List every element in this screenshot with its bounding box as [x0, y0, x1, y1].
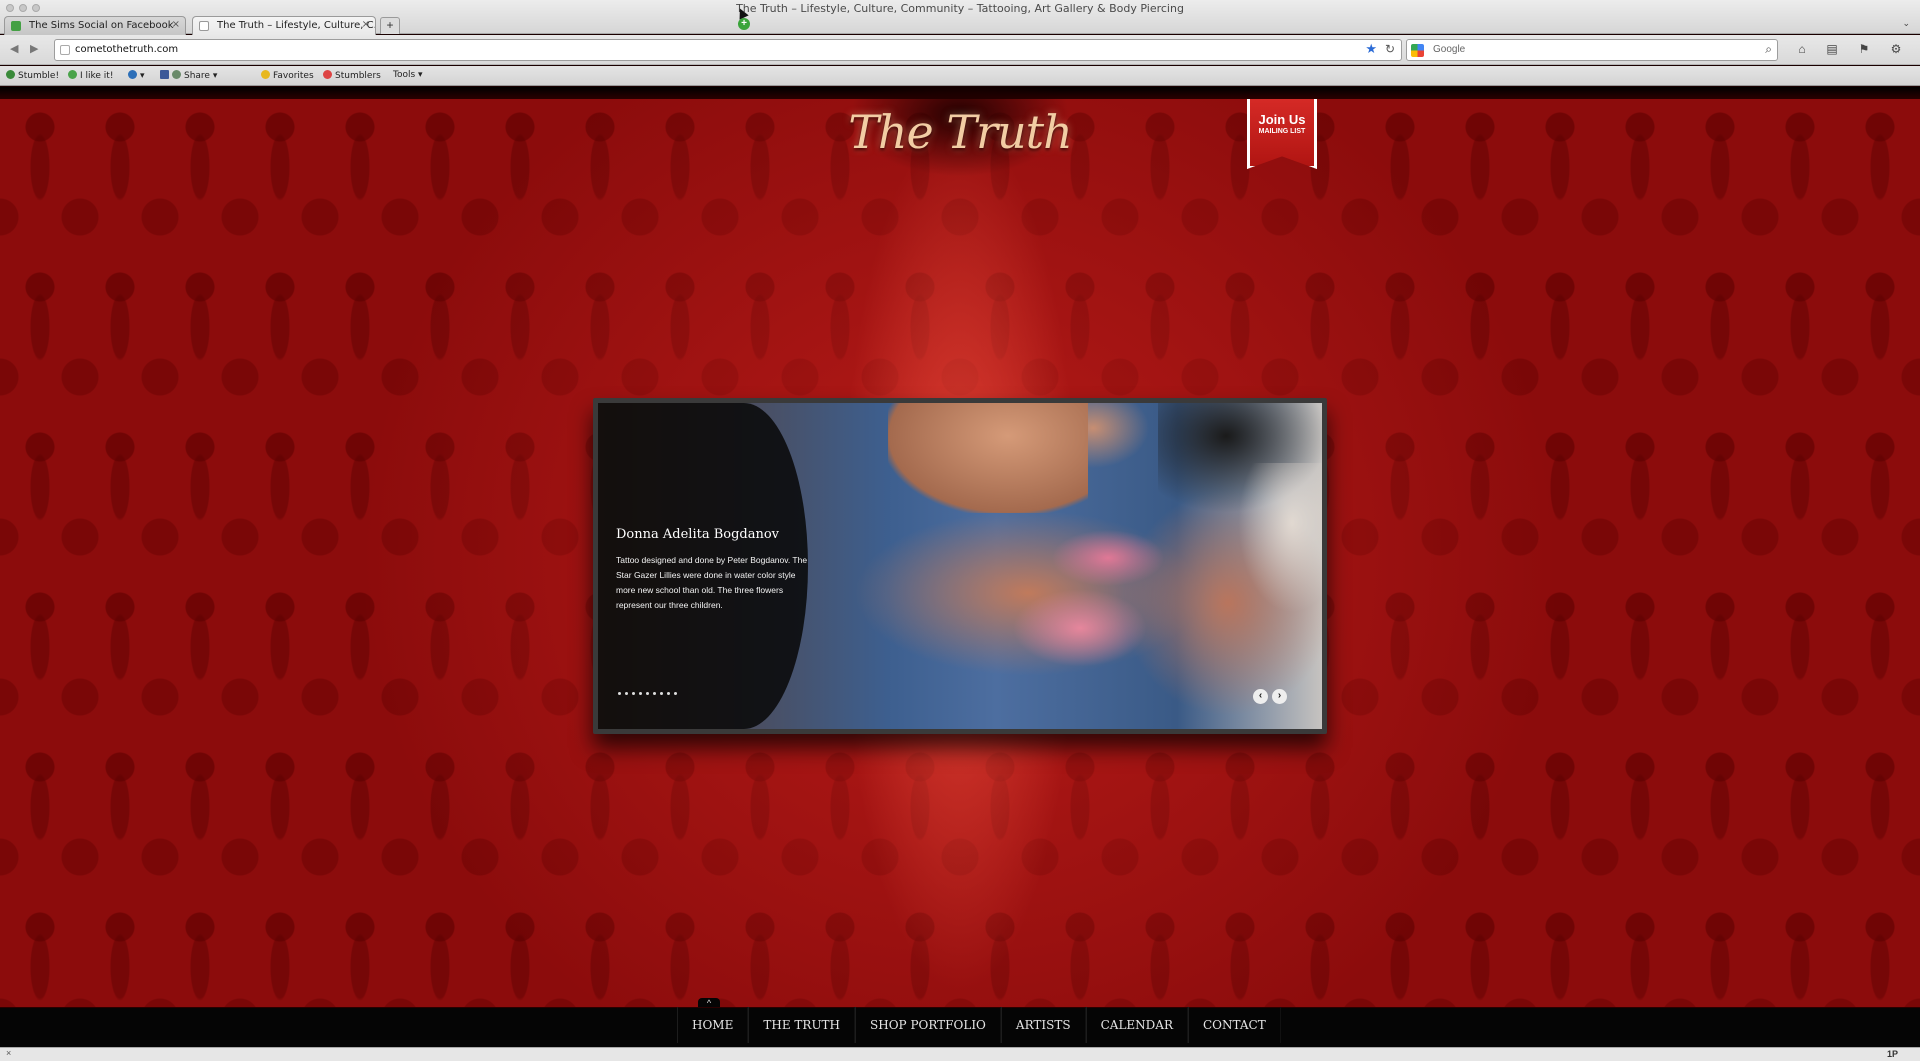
bookmark-star-icon[interactable]: ★	[1365, 41, 1377, 57]
slide-photo-face	[888, 403, 1088, 513]
image-slider[interactable]: Donna Adelita Bogdanov Tattoo designed a…	[593, 398, 1327, 734]
facebook-icon	[160, 70, 169, 79]
slide-next-button[interactable]: ›	[1272, 689, 1287, 704]
menu-item-contact[interactable]: CONTACT	[1188, 1007, 1281, 1043]
slide-prev-button[interactable]: ‹	[1253, 689, 1268, 704]
join-mailing-list-button[interactable]: Join Us MAILING LIST	[1247, 99, 1317, 169]
thumbs-down-icon	[128, 70, 137, 79]
bookmark-favorites[interactable]: Favorites	[261, 70, 314, 81]
blank-page-favicon-icon	[199, 21, 209, 31]
bookmark-label: I like it!	[80, 71, 114, 81]
slide-pagination[interactable]	[618, 692, 677, 695]
bookmarks-toolbar: Stumble! I like it! ▾ Share ▾ Favorites …	[0, 66, 1920, 86]
bookmark-stumblers[interactable]: Stumblers	[323, 70, 381, 81]
share-icon	[172, 70, 181, 79]
tab-the-truth[interactable]: The Truth – Lifestyle, Culture, C... ×	[192, 16, 376, 35]
bookmark-label: Favorites	[273, 71, 314, 81]
slide-description: Tattoo designed and done by Peter Bogdan…	[616, 555, 808, 610]
bookmark-label: Stumble!	[18, 71, 60, 81]
main-menu: HOME THE TRUTH SHOP PORTFOLIO ARTISTS CA…	[677, 1007, 1281, 1043]
site-logo[interactable]: The Truth	[820, 105, 1100, 159]
bookmark-i-like-it[interactable]: I like it!	[68, 70, 113, 81]
menu-item-shop-portfolio[interactable]: SHOP PORTFOLIO	[855, 1007, 1001, 1043]
add-badge-icon: +	[738, 18, 750, 30]
slide-dot[interactable]	[625, 692, 628, 695]
window-title: The Truth – Lifestyle, Culture, Communit…	[736, 2, 1184, 15]
tab-sims-social[interactable]: The Sims Social on Facebook ×	[4, 16, 186, 35]
tab-label: The Truth – Lifestyle, Culture, C...	[217, 20, 376, 31]
search-bar[interactable]: Google ⌕	[1406, 39, 1778, 61]
tab-list-chevron-icon[interactable]: ⌄	[1902, 18, 1910, 29]
slide-dot[interactable]	[618, 692, 621, 695]
slide-dot[interactable]	[632, 692, 635, 695]
home-icon[interactable]: ⌂	[1793, 42, 1811, 58]
slide-dot[interactable]	[639, 692, 642, 695]
slide-title: Donna Adelita Bogdanov	[616, 527, 780, 542]
mailing-list-label: MAILING LIST	[1258, 128, 1306, 135]
menu-item-home[interactable]: HOME	[677, 1007, 749, 1043]
slide-photo-wing	[1238, 463, 1322, 613]
bookmark-label: Tools	[393, 70, 416, 80]
navigation-toolbar: ◀ ▶ cometothetruth.com ★ ↻ Google ⌕ ⌂ ▤ …	[0, 35, 1920, 65]
reload-icon[interactable]: ↻	[1385, 42, 1395, 56]
stumbleupon-icon	[6, 70, 15, 79]
site-identity-icon[interactable]	[60, 45, 70, 55]
status-indicator[interactable]: 1P	[1887, 1049, 1898, 1059]
url-text[interactable]: cometothetruth.com	[75, 44, 178, 55]
menu-item-artists[interactable]: ARTISTS	[1000, 1007, 1086, 1043]
browser-titlebar: The Truth – Lifestyle, Culture, Communit…	[0, 0, 1920, 35]
back-arrow-icon[interactable]: ◀	[10, 42, 18, 55]
sims-favicon-icon	[11, 21, 21, 31]
google-search-engine-icon[interactable]	[1411, 44, 1424, 57]
slide-dot[interactable]	[660, 692, 663, 695]
status-bar: × 1P	[0, 1047, 1920, 1061]
close-addon-bar-icon[interactable]: ×	[6, 1048, 11, 1058]
thumbs-up-icon	[68, 70, 77, 79]
slide-dot[interactable]	[667, 692, 670, 695]
new-tab-button[interactable]: +	[380, 17, 400, 34]
address-bar[interactable]: cometothetruth.com ★ ↻	[54, 39, 1402, 61]
menu-item-calendar[interactable]: CALENDAR	[1085, 1007, 1188, 1043]
menu-item-the-truth[interactable]: THE TRUTH	[748, 1007, 856, 1043]
bookmark-label: Share	[184, 71, 210, 81]
bookmark-label: Stumblers	[335, 71, 381, 81]
tab-close-icon[interactable]: ×	[362, 19, 370, 30]
people-icon	[323, 70, 332, 79]
sidebar-toggle-icon[interactable]: ▤	[1823, 42, 1841, 58]
slide-dot[interactable]	[653, 692, 656, 695]
addon-menu-icon[interactable]: ⚑	[1855, 42, 1873, 58]
magnifier-icon[interactable]: ⌕	[1765, 42, 1772, 57]
join-label: Join Us	[1258, 112, 1306, 127]
slide-dot[interactable]	[646, 692, 649, 695]
search-placeholder[interactable]: Google	[1433, 44, 1465, 55]
developer-tools-icon[interactable]: ⚙	[1887, 42, 1905, 58]
bookmark-share[interactable]: Share ▾	[160, 70, 217, 81]
page-background: The Truth Join Us MAILING LIST Donna Ade…	[0, 87, 1920, 1047]
tab-close-icon[interactable]: ×	[172, 19, 180, 30]
bookmark-tools[interactable]: Tools ▾	[393, 70, 423, 80]
forward-arrow-icon[interactable]: ▶	[30, 42, 38, 55]
bookmark-stumble[interactable]: Stumble!	[6, 70, 59, 81]
tab-label: The Sims Social on Facebook	[29, 20, 174, 31]
star-icon	[261, 70, 270, 79]
slide-dot[interactable]	[674, 692, 677, 695]
bookmark-extras-dropdown[interactable]: ▾	[128, 70, 145, 81]
